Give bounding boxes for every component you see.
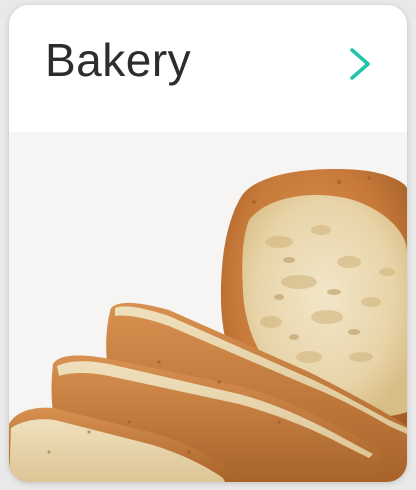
card-title: Bakery [45, 34, 192, 86]
category-card-bakery[interactable]: Bakery [9, 5, 407, 482]
bread-loaf-image [9, 132, 407, 482]
card-header: Bakery [9, 5, 407, 132]
chevron-right-icon[interactable] [347, 46, 373, 82]
